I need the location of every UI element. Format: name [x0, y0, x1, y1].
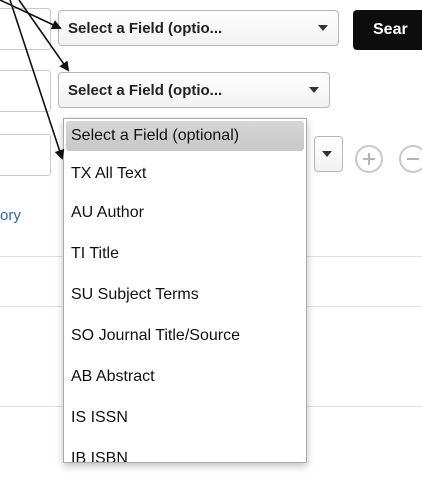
caret-down-icon: [322, 151, 332, 157]
dropdown-option-subject-terms[interactable]: SU Subject Terms: [64, 274, 306, 315]
search-history-link[interactable]: ory: [0, 207, 21, 224]
dropdown-option-select-field[interactable]: Select a Field (optional): [66, 121, 304, 151]
search-input-3[interactable]: [0, 134, 51, 176]
plus-circle-icon: [363, 153, 375, 165]
remove-row-button[interactable]: [399, 145, 422, 173]
field-select-1-label: Select a Field (optio...: [68, 19, 223, 37]
caret-down-icon: [309, 87, 319, 93]
dropdown-option-title[interactable]: TI Title: [64, 233, 306, 274]
field-select-1[interactable]: Select a Field (optio...: [58, 10, 339, 46]
dropdown-option-isbn[interactable]: IB ISBN: [64, 438, 306, 462]
dropdown-option-issn[interactable]: IS ISSN: [64, 397, 306, 438]
minus-circle-icon: [407, 158, 419, 160]
dropdown-option-author[interactable]: AU Author: [64, 192, 306, 233]
field-select-2-label: Select a Field (optio...: [68, 81, 223, 99]
caret-down-icon: [318, 25, 328, 31]
field-dropdown-list[interactable]: Select a Field (optional) TX All Text AU…: [63, 118, 307, 463]
field-select-2[interactable]: Select a Field (optio...: [58, 72, 330, 108]
search-button-label: Sear: [373, 21, 408, 38]
dropdown-option-journal-title[interactable]: SO Journal Title/Source: [64, 315, 306, 356]
search-button[interactable]: Sear: [353, 10, 422, 50]
dropdown-option-abstract[interactable]: AB Abstract: [64, 356, 306, 397]
add-row-button[interactable]: [355, 145, 383, 173]
search-input-1[interactable]: [0, 8, 51, 50]
field-select-3[interactable]: [314, 136, 343, 172]
search-input-2[interactable]: [0, 70, 51, 112]
dropdown-option-all-text[interactable]: TX All Text: [64, 151, 306, 192]
